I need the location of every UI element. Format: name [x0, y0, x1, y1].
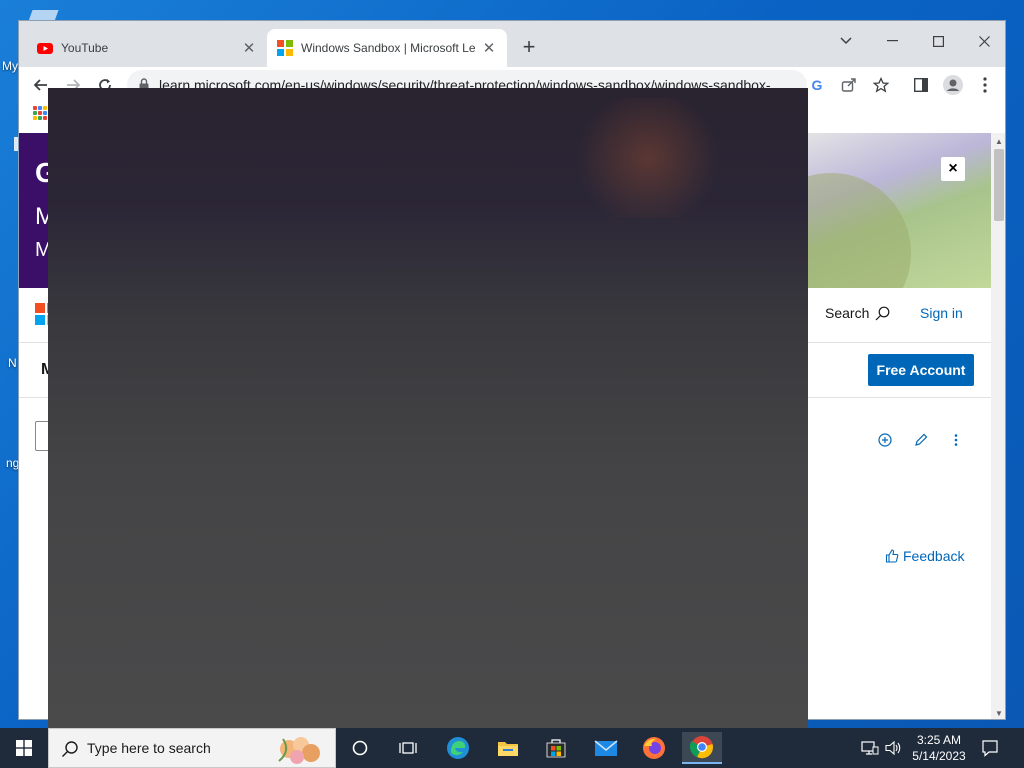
star-icon [873, 77, 889, 93]
mail-button[interactable] [586, 732, 626, 764]
clock-time: 3:25 AM [916, 733, 962, 747]
minimize-icon [886, 40, 898, 42]
site-search-button[interactable]: Search [825, 305, 890, 321]
youtube-icon [37, 43, 53, 54]
edge-icon [447, 737, 469, 759]
browser-menu-button[interactable] [973, 73, 997, 97]
close-tab-icon[interactable]: ✕ [481, 40, 497, 57]
scroll-up-icon[interactable]: ▲ [991, 133, 1005, 149]
close-tab-icon[interactable]: ✕ [241, 40, 257, 57]
task-view-button[interactable] [388, 732, 428, 764]
share-button[interactable] [837, 73, 861, 97]
firefox-icon [643, 737, 665, 759]
edit-pencil-icon[interactable] [911, 430, 931, 450]
task-view-icon [399, 742, 417, 754]
maximize-button[interactable] [915, 27, 961, 55]
minimize-button[interactable] [869, 27, 915, 55]
close-window-button[interactable] [961, 27, 1005, 55]
back-arrow-icon [33, 79, 47, 91]
close-icon [978, 35, 990, 47]
microsoft-icon [277, 40, 293, 56]
page-scrollbar[interactable]: ▲ ▼ [991, 133, 1005, 719]
file-explorer-button[interactable] [488, 732, 528, 764]
windows-logo-icon [16, 740, 32, 756]
tab-windows-sandbox[interactable]: Windows Sandbox | Microsoft Le ✕ [267, 29, 507, 67]
profile-avatar-icon [943, 75, 963, 95]
mail-icon [594, 740, 618, 756]
tab-search-icon[interactable] [823, 27, 869, 55]
folder-icon [498, 742, 518, 756]
tab-title: Windows Sandbox | Microsoft Le [301, 41, 476, 55]
scroll-down-icon[interactable]: ▼ [991, 705, 1005, 719]
firefox-button[interactable] [634, 732, 674, 764]
feedback-link[interactable]: Feedback [885, 548, 964, 564]
tab-title: YouTube [61, 41, 109, 55]
start-button[interactable] [0, 728, 48, 768]
cortana-button[interactable] [340, 732, 380, 764]
more-options-icon[interactable] [946, 430, 966, 450]
free-account-button[interactable]: Free Account [868, 354, 974, 386]
banner-close-button[interactable]: × [941, 157, 965, 181]
volume-icon[interactable] [884, 738, 904, 758]
side-panel-icon [914, 78, 928, 92]
google-icon[interactable]: G [805, 73, 829, 97]
sign-in-link[interactable]: Sign in [920, 305, 963, 321]
desktop-icon-label[interactable]: N [8, 356, 17, 370]
new-tab-button[interactable]: + [517, 35, 541, 59]
blurred-overlay-window [48, 88, 808, 728]
maximize-icon [932, 35, 944, 47]
taskbar: Type here to search 3:25 AM 5/14/2023 [0, 728, 1024, 768]
microsoft-store-button[interactable] [536, 732, 576, 764]
search-label: Search [825, 305, 870, 321]
thumbs-up-icon [885, 549, 899, 563]
search-icon [875, 306, 890, 320]
tab-youtube[interactable]: YouTube ✕ [27, 29, 267, 67]
desktop-icon-label[interactable]: My [2, 59, 18, 73]
edge-button[interactable] [438, 732, 478, 764]
side-panel-button[interactable] [909, 73, 933, 97]
scroll-thumb[interactable] [994, 149, 1004, 221]
search-highlight-art-icon [278, 737, 320, 764]
clock-date: 5/14/2023 [912, 749, 966, 763]
more-vert-icon [983, 77, 987, 93]
cortana-icon [352, 740, 368, 756]
apps-grid-icon[interactable] [33, 106, 47, 120]
chrome-button[interactable] [682, 732, 722, 764]
share-icon [841, 78, 856, 92]
add-collection-icon[interactable] [875, 430, 895, 450]
bookmark-star-button[interactable] [869, 73, 893, 97]
system-clock[interactable]: 3:25 AM 5/14/2023 [906, 732, 972, 764]
chrome-icon [690, 736, 713, 759]
store-icon [546, 739, 566, 758]
notification-center-icon[interactable] [980, 738, 1000, 758]
feedback-label: Feedback [903, 548, 965, 564]
profile-button[interactable] [941, 73, 965, 97]
network-icon[interactable] [860, 738, 880, 758]
taskbar-search-box[interactable]: Type here to search [48, 728, 336, 768]
search-icon [62, 741, 78, 757]
tab-strip: YouTube ✕ Windows Sandbox | Microsoft Le… [19, 21, 1005, 67]
search-placeholder: Type here to search [87, 740, 211, 756]
